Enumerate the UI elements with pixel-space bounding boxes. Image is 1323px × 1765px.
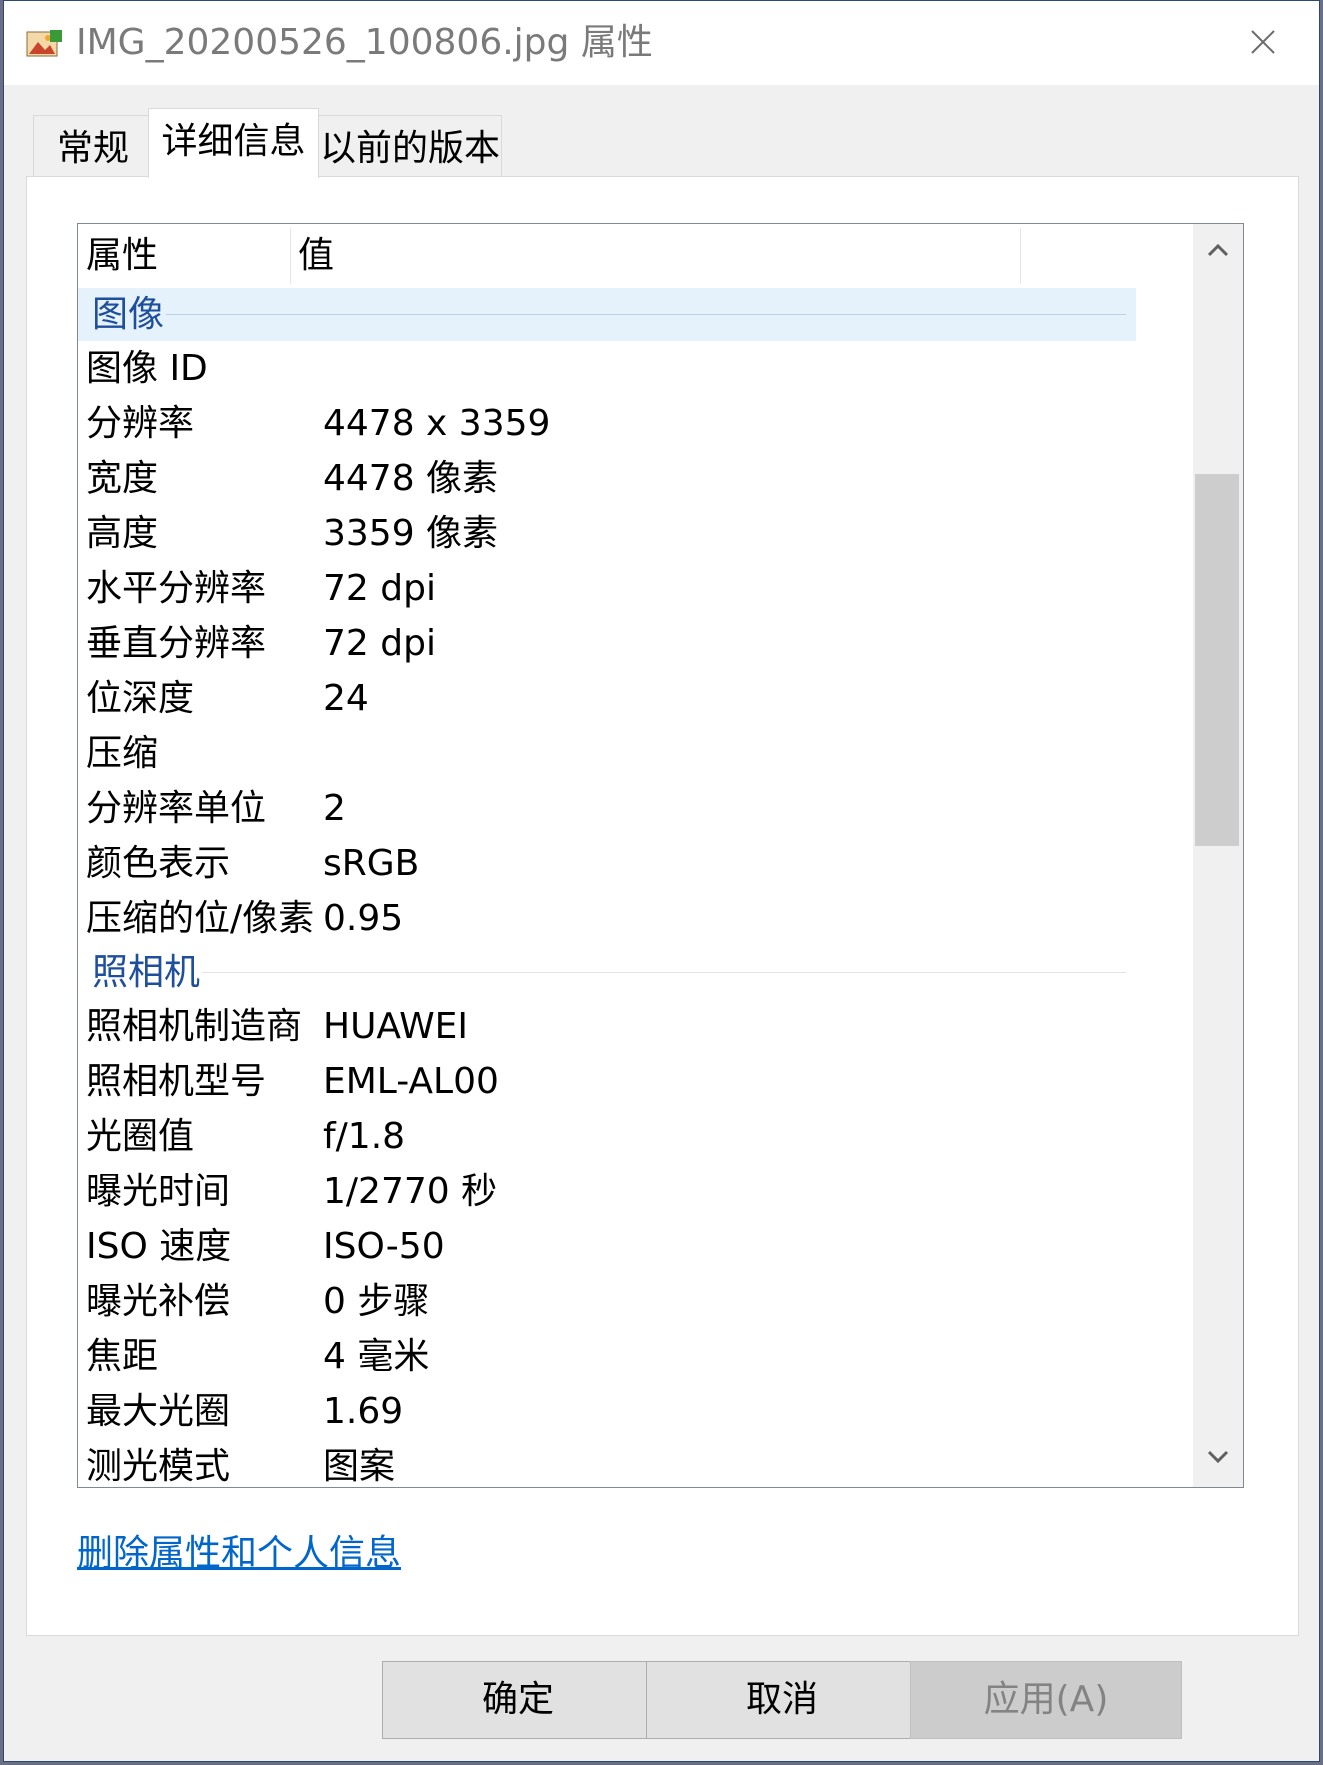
property-row[interactable]: 光圈值 f/1.8 — [78, 1109, 1136, 1164]
property-name: 最大光圈 — [86, 1391, 231, 1432]
column-header-property[interactable]: 属性 — [78, 224, 158, 288]
property-row[interactable]: 高度 3359 像素 — [78, 506, 1136, 561]
property-name: 曝光时间 — [86, 1171, 231, 1212]
property-name: 焦距 — [86, 1336, 159, 1377]
title-bar: IMG_20200526_100806.jpg 属性 — [4, 1, 1319, 85]
apply-button[interactable]: 应用(A) — [910, 1661, 1182, 1739]
property-value: 24 — [323, 678, 369, 719]
property-name: 曝光补偿 — [86, 1281, 231, 1322]
property-name: ISO 速度 — [86, 1226, 232, 1267]
property-value: 0.95 — [323, 898, 404, 939]
property-value: 0 步骤 — [323, 1281, 430, 1322]
tab-previous-versions[interactable]: 以前的版本 — [318, 115, 502, 177]
property-value: HUAWEI — [323, 1006, 469, 1047]
property-row[interactable]: 分辨率单位 2 — [78, 781, 1136, 836]
property-row[interactable]: 照相机型号 EML-AL00 — [78, 1054, 1136, 1109]
scroll-up-button[interactable] — [1193, 224, 1243, 280]
ok-button[interactable]: 确定 — [382, 1661, 654, 1739]
property-row[interactable]: 测光模式 图案 — [78, 1439, 1136, 1487]
close-icon — [1251, 30, 1275, 54]
property-row[interactable]: 压缩的位/像素 0.95 — [78, 891, 1136, 946]
properties-dialog: IMG_20200526_100806.jpg 属性 常规 详细信息 以前的版本… — [3, 0, 1320, 1762]
window-title: IMG_20200526_100806.jpg 属性 — [76, 22, 653, 63]
property-value: ISO-50 — [323, 1226, 445, 1267]
property-row[interactable]: 图像 ID — [78, 341, 1136, 396]
vertical-scrollbar[interactable] — [1193, 224, 1243, 1487]
property-value: 4 毫米 — [323, 1336, 430, 1377]
property-name: 压缩的位/像素 — [86, 898, 315, 939]
property-row[interactable]: 焦距 4 毫米 — [78, 1329, 1136, 1384]
close-button[interactable] — [1207, 1, 1319, 85]
property-row[interactable]: 压缩 — [78, 726, 1136, 781]
property-row[interactable]: 位深度 24 — [78, 671, 1136, 726]
property-value: 3359 像素 — [323, 513, 499, 554]
details-panel: 属性 值 图像 图像 ID 分辨率 4478 x 3359 宽度 4478 像素高度 33… — [26, 176, 1299, 1636]
property-name: 光圈值 — [86, 1116, 195, 1157]
scroll-down-button[interactable] — [1193, 1431, 1243, 1487]
group-label: 图像 — [92, 294, 165, 335]
group-divider — [166, 314, 1126, 315]
property-row[interactable]: 垂直分辨率 72 dpi — [78, 616, 1136, 671]
property-value: 1.69 — [323, 1391, 404, 1432]
property-value: 1/2770 秒 — [323, 1171, 498, 1212]
remove-properties-link[interactable]: 删除属性和个人信息 — [77, 1524, 401, 1576]
property-row[interactable]: 照相机制造商 HUAWEI — [78, 999, 1136, 1054]
column-header-value[interactable]: 值 — [290, 224, 334, 288]
group-header-camera[interactable]: 照相机 — [78, 946, 1136, 999]
property-name: 压缩 — [86, 733, 159, 774]
property-value: EML-AL00 — [323, 1061, 499, 1102]
chevron-down-icon — [1207, 1450, 1229, 1464]
property-rows: 图像 图像 ID 分辨率 4478 x 3359 宽度 4478 像素高度 3359 像素… — [78, 288, 1136, 1487]
property-name: 分辨率单位 — [86, 788, 267, 829]
property-row[interactable]: ISO 速度 ISO-50 — [78, 1219, 1136, 1274]
tab-details[interactable]: 详细信息 — [148, 108, 319, 178]
tab-general[interactable]: 常规 — [33, 115, 153, 177]
scrollbar-thumb[interactable] — [1195, 474, 1239, 846]
property-name: 照相机型号 — [86, 1061, 267, 1102]
property-row[interactable]: 最大光圈 1.69 — [78, 1384, 1136, 1439]
property-value: sRGB — [323, 843, 420, 884]
cancel-button[interactable]: 取消 — [646, 1661, 918, 1739]
property-row[interactable]: 水平分辨率 72 dpi — [78, 561, 1136, 616]
property-name: 宽度 — [86, 458, 159, 499]
property-value: 2 — [323, 788, 346, 829]
photo-file-icon — [26, 28, 64, 60]
property-name: 照相机制造商 — [86, 1006, 303, 1047]
group-header-image[interactable]: 图像 — [78, 288, 1136, 341]
group-label: 照相机 — [92, 952, 201, 993]
property-row[interactable]: 曝光时间 1/2770 秒 — [78, 1164, 1136, 1219]
group-divider — [202, 972, 1126, 973]
column-header: 属性 值 — [78, 224, 1136, 288]
property-row[interactable]: 宽度 4478 像素 — [78, 451, 1136, 506]
property-row[interactable]: 曝光补偿 0 步骤 — [78, 1274, 1136, 1329]
property-name: 颜色表示 — [86, 843, 231, 884]
property-row[interactable]: 分辨率 4478 x 3359 — [78, 396, 1136, 451]
property-name: 图像 ID — [86, 348, 208, 389]
property-row[interactable]: 颜色表示 sRGB — [78, 836, 1136, 891]
property-name: 高度 — [86, 513, 159, 554]
property-value: 4478 像素 — [323, 458, 499, 499]
property-value: 4478 x 3359 — [323, 403, 551, 444]
chevron-up-icon — [1207, 243, 1229, 257]
property-value: 图案 — [323, 1446, 396, 1487]
property-name: 测光模式 — [86, 1446, 231, 1487]
property-value: f/1.8 — [323, 1116, 406, 1157]
property-list[interactable]: 属性 值 图像 图像 ID 分辨率 4478 x 3359 宽度 4478 像素高度 33… — [77, 223, 1244, 1488]
property-name: 位深度 — [86, 678, 195, 719]
column-divider[interactable] — [1020, 228, 1021, 284]
property-name: 分辨率 — [86, 403, 195, 444]
property-value: 72 dpi — [323, 568, 436, 609]
property-value: 72 dpi — [323, 623, 436, 664]
property-name: 垂直分辨率 — [86, 623, 267, 664]
property-name: 水平分辨率 — [86, 568, 267, 609]
